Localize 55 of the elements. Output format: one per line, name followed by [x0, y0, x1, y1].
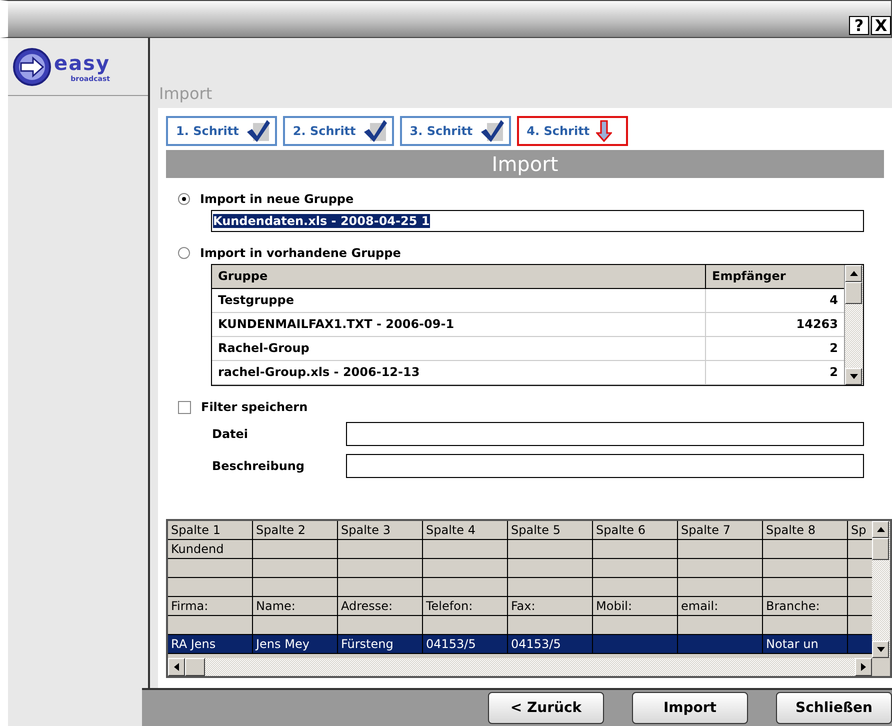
step-tab[interactable]: 3. Schritt [400, 116, 511, 146]
column-header[interactable]: Spalte 2 [253, 521, 338, 539]
grid-cell[interactable]: Adresse: [338, 597, 423, 615]
group-name-field[interactable]: Kundendaten.xls - 2008-04-25 1 [211, 210, 864, 232]
table-cell[interactable]: 2 [706, 361, 844, 384]
table-cell[interactable]: KUNDENMAILFAX1.TXT - 2006-09-1 [212, 313, 706, 336]
column-header[interactable]: Spalte 8 [763, 521, 848, 539]
grid-cell[interactable]: email: [678, 597, 763, 615]
section-header: Import [166, 150, 884, 178]
column-header[interactable]: Sp [848, 521, 872, 539]
grid-cell[interactable]: Mobil: [593, 597, 678, 615]
logo-name: easy [54, 50, 110, 74]
grid-row[interactable]: Firma: Name: Adresse: Telefon: Fax: Mobil: email: Branche: [168, 597, 872, 616]
help-button[interactable]: ? [849, 16, 869, 35]
table-cell[interactable]: 14263 [706, 313, 844, 336]
column-header[interactable]: Spalte 6 [593, 521, 678, 539]
grid-cell[interactable]: Notar un [763, 635, 848, 653]
grid-cell[interactable]: Fürsteng [338, 635, 423, 653]
grid-cell[interactable]: 04153/5 [508, 635, 593, 653]
column-header[interactable]: Spalte 1 [168, 521, 253, 539]
grid-row[interactable]: Kundend [168, 540, 872, 559]
table-cell[interactable]: rachel-Group.xls - 2006-12-13 [212, 361, 706, 384]
radio-label: Import in vorhandene Gruppe [200, 246, 401, 260]
dialog-button[interactable]: Import [632, 692, 748, 724]
step-tab[interactable]: 1. Schritt [166, 116, 277, 146]
grid-cell[interactable]: Fax: [508, 597, 593, 615]
table-cell[interactable]: Rachel-Group [212, 337, 706, 360]
dialog-button[interactable]: < Zurück [488, 692, 604, 724]
table-cell[interactable]: 4 [706, 289, 844, 312]
step-tab[interactable]: 2. Schritt [282, 116, 394, 146]
grid-cell[interactable]: Kundend [168, 540, 253, 558]
grid-row[interactable]: RA Jens Jens Mey Fürsteng 04153/5 04153/5 Notar un [168, 635, 872, 654]
checkbox-label: Filter speichern [201, 400, 308, 414]
column-header[interactable]: Spalte 3 [338, 521, 423, 539]
step-tab[interactable]: 4. Schritt [516, 116, 628, 146]
grid-cell[interactable]: Branche: [763, 597, 848, 615]
column-header[interactable]: Spalte 5 [508, 521, 593, 539]
page-title: Import [158, 83, 214, 105]
column-header[interactable]: Empfänger [706, 265, 844, 288]
dialog-button[interactable]: Schließen [776, 692, 892, 724]
grid-cell[interactable]: 04153/5 [423, 635, 508, 653]
table-cell[interactable]: Testgruppe [212, 289, 706, 312]
grid-cell[interactable]: Firma: [168, 597, 253, 615]
close-button[interactable]: X [871, 16, 891, 35]
grid-cell[interactable]: Telefon: [423, 597, 508, 615]
grid-cell[interactable]: Jens Mey [253, 635, 338, 653]
grid-cell[interactable]: Name: [253, 597, 338, 615]
radio-label: Import in neue Gruppe [200, 192, 354, 206]
table-cell[interactable]: 2 [706, 337, 844, 360]
grid-cell[interactable]: RA Jens [168, 635, 253, 653]
column-header[interactable]: Spalte 4 [423, 521, 508, 539]
column-header[interactable]: Gruppe [212, 265, 706, 288]
column-header[interactable]: Spalte 7 [678, 521, 763, 539]
field-label: Beschreibung [212, 459, 306, 473]
field-label: Datei [212, 427, 250, 441]
